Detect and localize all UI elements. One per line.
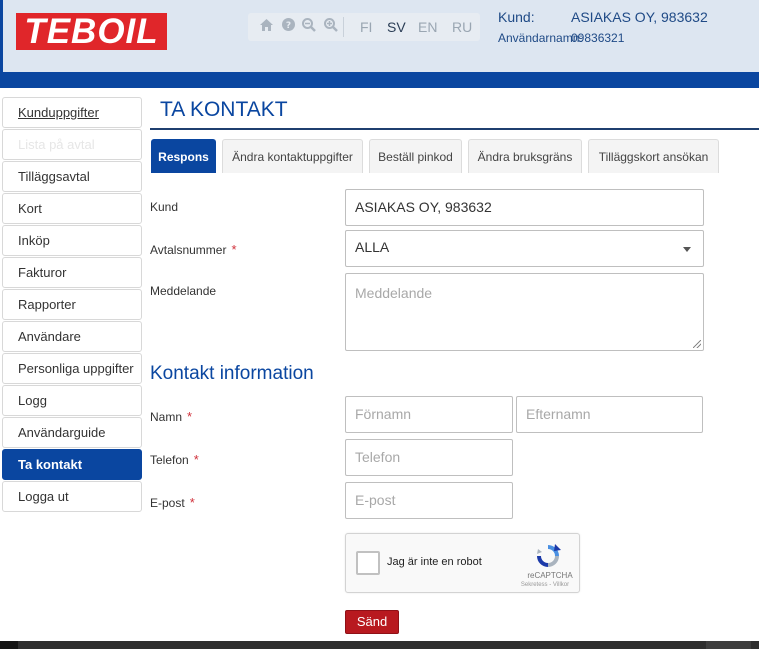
header: TEBOIL ? FI SV EN RU Kund: ASIAKAS OY, 9… <box>0 0 759 88</box>
chevron-down-icon <box>683 247 691 252</box>
recaptcha-checkbox[interactable] <box>356 551 380 575</box>
sidebar-item-logga-ut[interactable]: Logga ut <box>2 481 142 512</box>
sidebar-item-fakturor[interactable]: Fakturor <box>2 257 142 288</box>
lang-fi[interactable]: FI <box>360 18 372 36</box>
sidebar-item-kunduppgifter[interactable]: Kunduppgifter <box>2 97 142 128</box>
namn-label: Namn * <box>150 409 193 424</box>
required-mark: * <box>189 495 195 510</box>
toolbar: ? FI SV EN RU <box>248 13 480 41</box>
meddelande-textarea[interactable]: Meddelande <box>345 273 704 351</box>
phone-input[interactable]: Telefon <box>345 439 513 476</box>
tab-tillaggskort-ansokan[interactable]: Tilläggskort ansökan <box>588 139 719 173</box>
meddelande-label: Meddelande <box>150 284 217 298</box>
zoom-out-icon[interactable] <box>301 18 317 36</box>
firstname-input[interactable]: Förnamn <box>345 396 513 433</box>
kund-field[interactable]: ASIAKAS OY, 983632 <box>345 189 704 226</box>
lang-ru[interactable]: RU <box>452 18 472 36</box>
lastname-input[interactable]: Efternamn <box>516 396 703 433</box>
sidebar-item-personliga-uppgifter[interactable]: Personliga uppgifter <box>2 353 142 384</box>
customer-value: ASIAKAS OY, 983632 <box>571 9 708 25</box>
avtal-label: Avtalsnummer * <box>150 242 237 257</box>
kund-label: Kund <box>150 200 179 214</box>
sidebar-item-kort[interactable]: Kort <box>2 193 142 224</box>
recaptcha-text: Jag är inte en robot <box>387 556 482 568</box>
sidebar-item-rapporter[interactable]: Rapporter <box>2 289 142 320</box>
required-mark: * <box>193 452 199 467</box>
recaptcha-brand: reCAPTCHA <box>527 571 573 580</box>
lang-en[interactable]: EN <box>418 18 437 36</box>
tab-andra-bruksgrans[interactable]: Ändra bruksgräns <box>468 139 582 173</box>
bottom-bar-left <box>0 641 18 649</box>
home-icon[interactable] <box>258 18 274 36</box>
header-edge <box>0 0 3 76</box>
bottom-bar-right <box>706 641 751 649</box>
sidebar-item-lista-pa-avtal[interactable]: Lista på avtal <box>2 129 142 160</box>
zoom-in-icon[interactable] <box>323 18 339 36</box>
recaptcha-widget: Jag är inte en robot reCAPTCHA Sekretess… <box>345 533 580 593</box>
sidebar-item-anvandare[interactable]: Användare <box>2 321 142 352</box>
username-value: 09836321 <box>571 31 625 45</box>
svg-text:?: ? <box>285 21 290 31</box>
sidebar-item-inkop[interactable]: Inköp <box>2 225 142 256</box>
required-mark: * <box>231 242 237 257</box>
required-mark: * <box>187 409 193 424</box>
teboil-logo[interactable]: TEBOIL <box>16 13 167 50</box>
header-bar <box>0 72 759 88</box>
lang-sv[interactable]: SV <box>387 18 406 36</box>
toolbar-divider <box>343 17 344 37</box>
recaptcha-icon <box>534 542 562 570</box>
avtal-select[interactable]: ALLA <box>345 230 704 267</box>
sidebar-item-logg[interactable]: Logg <box>2 385 142 416</box>
sidebar-item-tillaggsavtal[interactable]: Tilläggsavtal <box>2 161 142 192</box>
send-button[interactable]: Sänd <box>345 610 399 634</box>
sidebar-item-anvandarguide[interactable]: Användarguide <box>2 417 142 448</box>
tab-andra-kontaktuppgifter[interactable]: Ändra kontaktuppgifter <box>222 139 363 173</box>
sidebar-item-ta-kontakt[interactable]: Ta kontakt <box>2 449 142 480</box>
avtal-select-value: ALLA <box>355 239 390 255</box>
tab-bestall-pinkod[interactable]: Beställ pinkod <box>369 139 462 173</box>
recaptcha-links[interactable]: Sekretess - Villkor <box>512 582 578 588</box>
epost-label: E-post * <box>150 495 195 510</box>
resize-grip-icon[interactable] <box>693 340 701 348</box>
customer-label: Kund: <box>498 9 535 25</box>
sidebar-nav: Kunduppgifter Lista på avtal Tilläggsavt… <box>2 97 142 513</box>
telefon-label: Telefon * <box>150 452 199 467</box>
bottom-bar <box>0 641 759 649</box>
help-icon[interactable]: ? <box>280 18 296 36</box>
title-divider <box>150 128 759 130</box>
tab-respons[interactable]: Respons <box>151 139 216 173</box>
contact-section-title: Kontakt information <box>150 363 314 384</box>
email-input[interactable]: E-post <box>345 482 513 519</box>
page-title: TA KONTAKT <box>160 98 288 121</box>
